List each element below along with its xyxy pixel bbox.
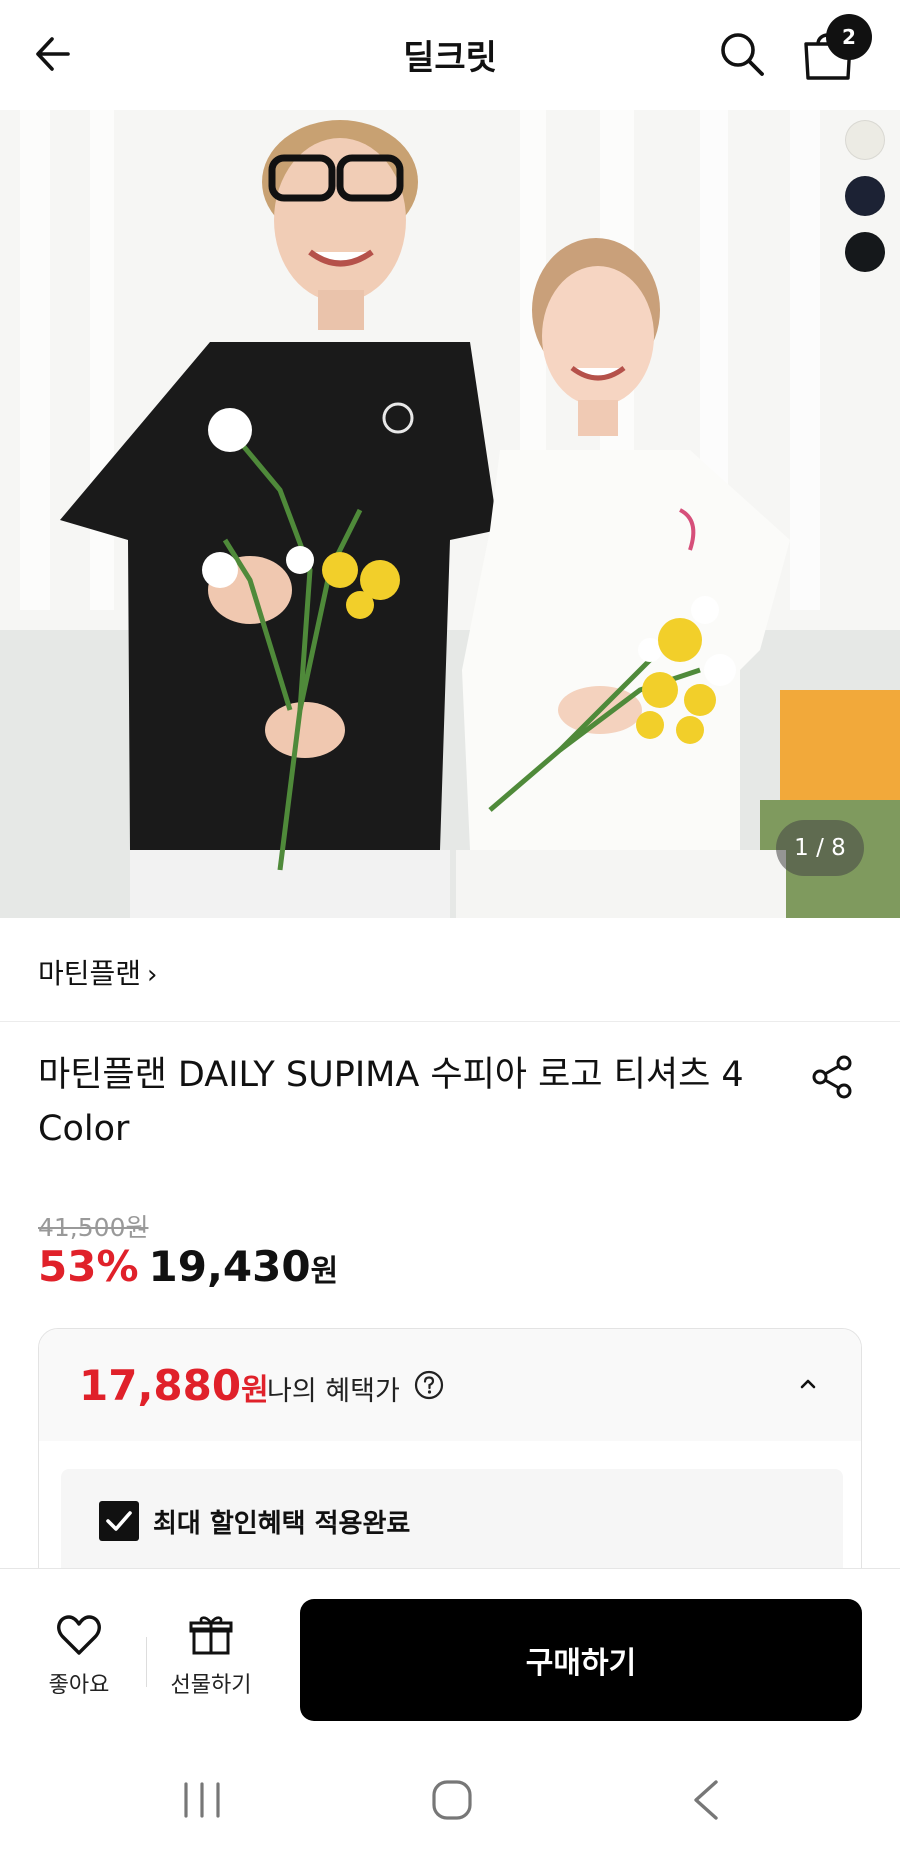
system-back-icon[interactable]	[688, 1778, 724, 1822]
color-swatches	[845, 120, 885, 288]
share-icon[interactable]	[808, 1052, 858, 1102]
benefit-price: 17,880원	[79, 1361, 269, 1410]
heart-icon	[57, 1615, 101, 1655]
sale-price: 19,430	[148, 1242, 311, 1291]
image-counter: 1 / 8	[776, 820, 864, 876]
gift-icon	[189, 1616, 233, 1655]
sale-price-unit: 원	[310, 1254, 339, 1289]
home-icon[interactable]	[430, 1778, 474, 1822]
cart-count-badge: 2	[826, 14, 872, 60]
search-icon[interactable]	[714, 26, 770, 82]
help-icon[interactable]	[413, 1369, 445, 1401]
original-price: 41,500원	[38, 1213, 149, 1242]
product-image-carousel[interactable]: 1 / 8	[0, 110, 900, 918]
buy-button[interactable]: 구매하기	[300, 1599, 862, 1721]
product-title: 마틴플랜 DAILY SUPIMA 수피아 로고 티셔츠 4 Color	[38, 1055, 744, 1149]
benefit-price-value: 17,880	[79, 1361, 242, 1410]
like-label: 좋아요	[48, 1673, 110, 1698]
system-nav-bar	[0, 1728, 900, 1860]
brand-link[interactable]: 마틴플랜 ›	[38, 952, 157, 992]
brand-name: 마틴플랜	[38, 957, 142, 990]
brand-chevron-icon: ›	[147, 960, 158, 990]
chevron-up-icon[interactable]	[793, 1369, 823, 1399]
benefit-header[interactable]: 17,880원 나의 혜택가	[39, 1329, 861, 1441]
benefit-price-unit: 원	[241, 1373, 269, 1408]
brand-row[interactable]: 마틴플랜 ›	[0, 918, 900, 1022]
color-swatch-navy[interactable]	[845, 176, 885, 216]
purchase-action-bar: 좋아요 선물하기 구매하기	[0, 1568, 900, 1728]
checkmark-icon	[106, 1511, 132, 1531]
gift-label: 선물하기	[170, 1673, 252, 1698]
recent-apps-icon[interactable]	[180, 1780, 224, 1820]
product-detail-page: 딜크릿 2 1 / 8 마틴플랜 › 마틴플랜 DAILY SUPIMA 수피아…	[0, 0, 900, 1860]
price-row: 53% 19,430원	[38, 1242, 338, 1302]
max-discount-label: 최대 할인혜택 적용완료	[153, 1509, 411, 1539]
benefit-panel: 17,880원 나의 혜택가 최대 할인혜택 적용완료	[38, 1328, 862, 1588]
color-swatch-black[interactable]	[845, 232, 885, 272]
top-bar: 딜크릿 2	[0, 0, 900, 110]
benefit-label: 나의 혜택가	[267, 1376, 400, 1407]
max-discount-checkbox[interactable]	[99, 1501, 139, 1541]
action-divider	[146, 1637, 147, 1687]
discount-rate: 53%	[38, 1242, 139, 1291]
color-swatch-cream[interactable]	[845, 120, 885, 160]
back-arrow-icon[interactable]	[28, 28, 80, 80]
product-photo	[0, 110, 900, 918]
like-button[interactable]: 좋아요	[24, 1613, 134, 1713]
gift-button[interactable]: 선물하기	[156, 1613, 266, 1713]
